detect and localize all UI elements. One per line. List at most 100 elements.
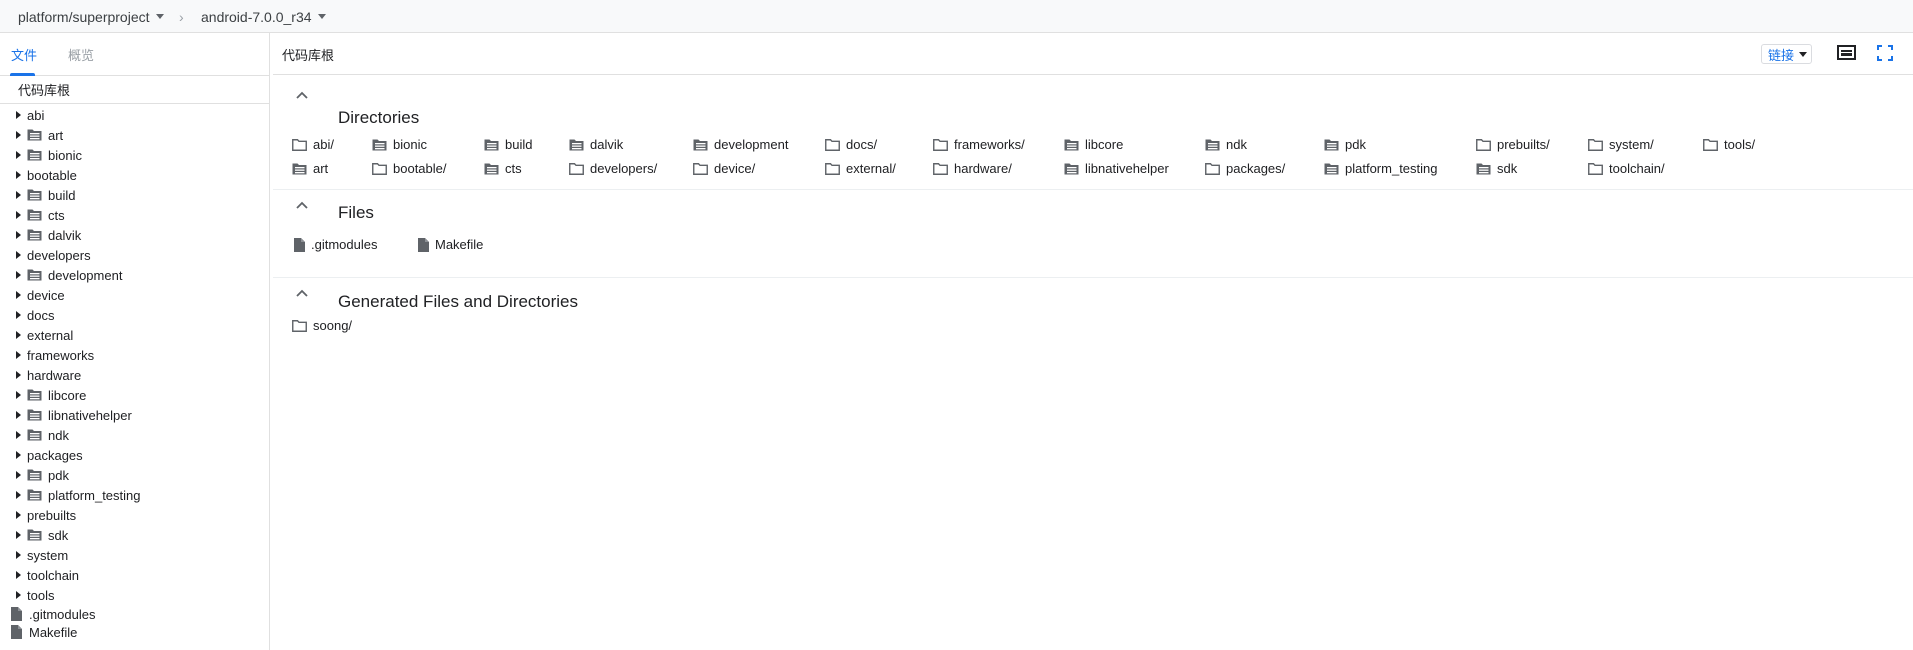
folder-icon — [569, 162, 584, 175]
dir-developers/[interactable]: developers/ — [569, 161, 657, 176]
tree-item-ndk[interactable]: ndk — [0, 425, 269, 445]
expand-triangle-icon[interactable] — [16, 111, 21, 119]
expand-triangle-icon[interactable] — [16, 431, 21, 439]
tree-item-sdk[interactable]: sdk — [0, 525, 269, 545]
tree-item-toolchain[interactable]: toolchain — [0, 565, 269, 585]
collapse-chevron-icon[interactable] — [296, 201, 308, 209]
expand-triangle-icon[interactable] — [16, 251, 21, 259]
tree-item-tools[interactable]: tools — [0, 585, 269, 605]
dir-frameworks/[interactable]: frameworks/ — [933, 137, 1025, 152]
expand-triangle-icon[interactable] — [16, 151, 21, 159]
expand-triangle-icon[interactable] — [16, 271, 21, 279]
dir-libcore[interactable]: libcore — [1064, 137, 1123, 152]
tree-root-label: 代码库根 — [18, 83, 71, 98]
dir-art[interactable]: art — [292, 161, 328, 176]
tree-item-libcore[interactable]: libcore — [0, 385, 269, 405]
expand-triangle-icon[interactable] — [16, 391, 21, 399]
tree-item-dalvik[interactable]: dalvik — [0, 225, 269, 245]
dir-ndk[interactable]: ndk — [1205, 137, 1247, 152]
tree-item-label: sdk — [48, 527, 69, 543]
expand-triangle-icon[interactable] — [16, 571, 21, 579]
tab-overview[interactable]: 概览 — [68, 33, 94, 75]
dir-packages/[interactable]: packages/ — [1205, 161, 1285, 176]
layout-toggle-icon[interactable] — [1837, 45, 1856, 60]
dir-prebuilts/[interactable]: prebuilts/ — [1476, 137, 1550, 152]
tree-item-external[interactable]: external — [0, 325, 269, 345]
link-button[interactable]: 链接 — [1761, 44, 1813, 64]
tree-item-device[interactable]: device — [0, 285, 269, 305]
tree-file-Makefile[interactable]: Makefile — [0, 623, 269, 641]
dir-external/[interactable]: external/ — [825, 161, 896, 176]
repo-folder-icon — [27, 469, 42, 481]
tree-file-.gitmodules[interactable]: .gitmodules — [0, 605, 269, 623]
dir-platform_testing[interactable]: platform_testing — [1324, 161, 1438, 176]
expand-triangle-icon[interactable] — [16, 231, 21, 239]
tree-item-docs[interactable]: docs — [0, 305, 269, 325]
dir-sdk[interactable]: sdk — [1476, 161, 1517, 176]
tree-item-system[interactable]: system — [0, 545, 269, 565]
tree-item-pdk[interactable]: pdk — [0, 465, 269, 485]
tree-item-bionic[interactable]: bionic — [0, 145, 269, 165]
dir-hardware/[interactable]: hardware/ — [933, 161, 1012, 176]
expand-triangle-icon[interactable] — [16, 171, 21, 179]
dir-bionic[interactable]: bionic — [372, 137, 427, 152]
expand-triangle-icon[interactable] — [16, 511, 21, 519]
expand-triangle-icon[interactable] — [16, 531, 21, 539]
tree-item-hardware[interactable]: hardware — [0, 365, 269, 385]
dir-device/[interactable]: device/ — [693, 161, 755, 176]
expand-triangle-icon[interactable] — [16, 551, 21, 559]
expand-triangle-icon[interactable] — [16, 331, 21, 339]
tree-item-frameworks[interactable]: frameworks — [0, 345, 269, 365]
collapse-chevron-icon[interactable] — [296, 91, 308, 99]
tree-item-prebuilts[interactable]: prebuilts — [0, 505, 269, 525]
expand-triangle-icon[interactable] — [16, 411, 21, 419]
dir-bootable/[interactable]: bootable/ — [372, 161, 447, 176]
tree-item-platform_testing[interactable]: platform_testing — [0, 485, 269, 505]
expand-triangle-icon[interactable] — [16, 451, 21, 459]
tree-item-label: platform_testing — [48, 487, 141, 503]
dir-toolchain/[interactable]: toolchain/ — [1588, 161, 1665, 176]
dir-abi/[interactable]: abi/ — [292, 137, 334, 152]
file-label: Makefile — [435, 237, 484, 252]
dir-tools/[interactable]: tools/ — [1703, 137, 1755, 152]
folder-icon — [933, 162, 948, 175]
tree-item-build[interactable]: build — [0, 185, 269, 205]
expand-triangle-icon[interactable] — [16, 471, 21, 479]
dir-build[interactable]: build — [484, 137, 532, 152]
tree-item-cts[interactable]: cts — [0, 205, 269, 225]
dir-libnativehelper[interactable]: libnativehelper — [1064, 161, 1169, 176]
tree-item-label: prebuilts — [27, 507, 77, 523]
expand-triangle-icon[interactable] — [16, 211, 21, 219]
tree-item-developers[interactable]: developers — [0, 245, 269, 265]
branch-selector[interactable]: android-7.0.0_r34 — [201, 0, 326, 33]
tree-item-abi[interactable]: abi — [0, 105, 269, 125]
file-Makefile[interactable]: Makefile — [418, 237, 483, 252]
generated-soong/[interactable]: soong/ — [292, 318, 352, 333]
expand-triangle-icon[interactable] — [16, 591, 21, 599]
dir-development[interactable]: development — [693, 137, 788, 152]
tree-root[interactable]: 代码库根 — [0, 76, 269, 104]
collapse-chevron-icon[interactable] — [296, 289, 308, 297]
expand-triangle-icon[interactable] — [16, 351, 21, 359]
expand-triangle-icon[interactable] — [16, 371, 21, 379]
tree-item-art[interactable]: art — [0, 125, 269, 145]
dir-docs/[interactable]: docs/ — [825, 137, 877, 152]
project-selector[interactable]: platform/superproject — [18, 0, 164, 33]
expand-triangle-icon[interactable] — [16, 491, 21, 499]
tree-item-development[interactable]: development — [0, 265, 269, 285]
expand-triangle-icon[interactable] — [16, 191, 21, 199]
expand-triangle-icon[interactable] — [16, 131, 21, 139]
dir-dalvik[interactable]: dalvik — [569, 137, 623, 152]
expand-triangle-icon[interactable] — [16, 311, 21, 319]
tree-item-bootable[interactable]: bootable — [0, 165, 269, 185]
file-.gitmodules[interactable]: .gitmodules — [294, 237, 377, 252]
dir-system/[interactable]: system/ — [1588, 137, 1654, 152]
dir-pdk[interactable]: pdk — [1324, 137, 1366, 152]
tab-files[interactable]: 文件 — [11, 33, 37, 75]
dir-cts[interactable]: cts — [484, 161, 522, 176]
tree-item-packages[interactable]: packages — [0, 445, 269, 465]
expand-triangle-icon[interactable] — [16, 291, 21, 299]
fullscreen-icon[interactable] — [1877, 45, 1893, 61]
repo-folder-icon — [569, 139, 584, 150]
tree-item-libnativehelper[interactable]: libnativehelper — [0, 405, 269, 425]
